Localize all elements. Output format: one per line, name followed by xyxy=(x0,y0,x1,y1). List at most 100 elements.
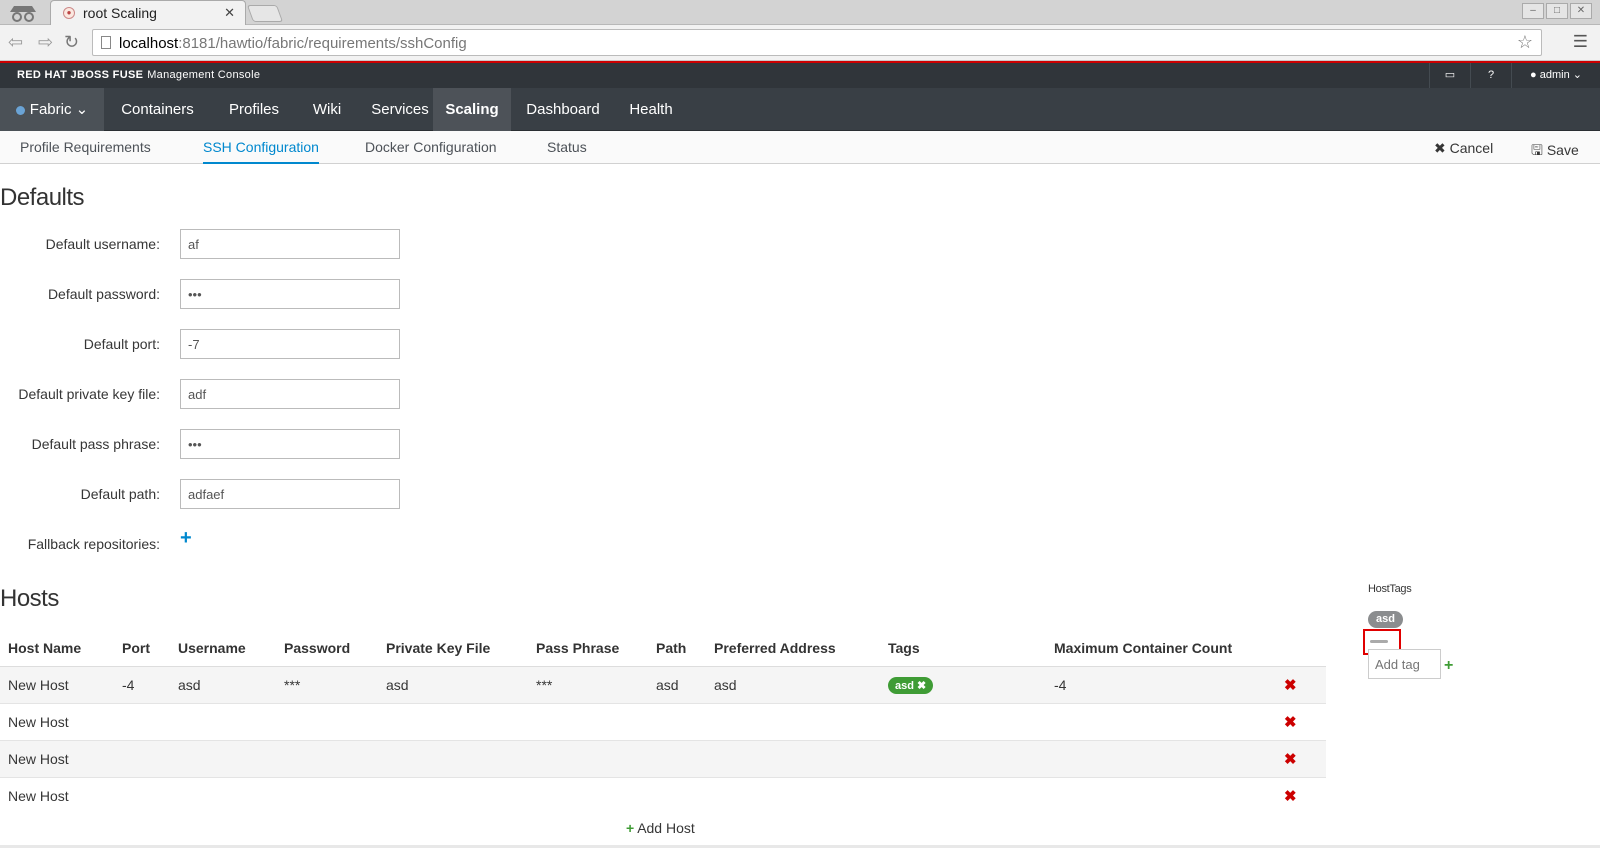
chevron-down-icon: ⌄ xyxy=(1572,69,1582,81)
default-username-label: Default username: xyxy=(45,236,160,252)
cancel-button[interactable]: ✖ Cancel xyxy=(1434,140,1493,157)
main-nav: Fabric ⌄ Containers Profiles Wiki Servic… xyxy=(0,88,1600,131)
minimize-icon[interactable]: – xyxy=(1522,3,1544,19)
host-tag-badge[interactable]: asd xyxy=(1368,611,1403,628)
cell-actions: ✖ xyxy=(1276,702,1326,740)
cell-tags: asd ✖ xyxy=(880,665,1046,703)
table-header-row: Host Name Port Username Password Private… xyxy=(0,630,1326,667)
default-port-input[interactable] xyxy=(180,329,400,359)
save-button[interactable]: 🖫 Save xyxy=(1531,140,1579,164)
cell-username: asd xyxy=(170,665,276,703)
fallback-repositories-label: Fallback repositories: xyxy=(27,536,160,552)
nav-containers[interactable]: Containers xyxy=(104,88,211,131)
monitor-icon[interactable]: ▭ xyxy=(1429,63,1470,88)
nav-scaling[interactable]: Scaling xyxy=(433,88,511,131)
cell-port: -4 xyxy=(114,665,170,703)
forward-arrow-icon[interactable]: ⇨ xyxy=(38,32,53,53)
bookmark-star-icon[interactable]: ☆ xyxy=(1517,32,1533,53)
host-tags-title: HostTags xyxy=(1368,583,1412,595)
col-host-name: Host Name xyxy=(0,630,114,667)
save-label: Save xyxy=(1546,142,1579,158)
tab-docker-configuration[interactable]: Docker Configuration xyxy=(365,131,497,164)
default-private-key-input[interactable] xyxy=(180,379,400,409)
help-icon[interactable]: ? xyxy=(1470,63,1511,88)
default-pass-phrase-input[interactable] xyxy=(180,429,400,459)
add-tag-plus-icon[interactable]: + xyxy=(1444,657,1453,675)
brand-name: RED HAT JBOSS FUSE xyxy=(17,69,144,81)
defaults-heading: Defaults xyxy=(0,184,85,211)
new-tab-button[interactable] xyxy=(246,5,284,22)
close-tab-icon[interactable]: ✕ xyxy=(224,5,235,21)
back-arrow-icon[interactable]: ⇦ xyxy=(8,32,23,53)
incognito-icon xyxy=(10,6,36,22)
browser-tab-title: root Scaling xyxy=(83,5,157,21)
col-pass-phrase: Pass Phrase xyxy=(528,630,648,667)
plus-icon: + xyxy=(626,820,635,836)
table-row[interactable]: New Host -4 asd *** asd *** asd asd asd … xyxy=(0,665,1326,703)
tab-status[interactable]: Status xyxy=(547,131,587,164)
nav-fabric-dropdown[interactable]: Fabric ⌄ xyxy=(0,88,104,131)
col-private-key-file: Private Key File xyxy=(378,630,528,667)
user-icon: ● xyxy=(1530,69,1537,81)
default-path-input[interactable] xyxy=(180,479,400,509)
delete-host-icon[interactable]: ✖ xyxy=(1284,714,1297,731)
browser-menu-icon[interactable]: ☰ xyxy=(1573,32,1588,52)
brand-bar: RED HAT JBOSS FUSE Management Console ▭ ?… xyxy=(0,63,1600,88)
table-row[interactable]: New Host ✖ xyxy=(0,776,1326,814)
default-pass-phrase-label: Default pass phrase: xyxy=(31,436,160,452)
nav-profiles[interactable]: Profiles xyxy=(211,88,297,131)
nav-wiki[interactable]: Wiki xyxy=(297,88,357,131)
nav-fabric-label: Fabric xyxy=(29,101,72,118)
default-password-input[interactable] xyxy=(180,279,400,309)
hosts-table: Host Name Port Username Password Private… xyxy=(0,630,1326,814)
delete-host-icon[interactable]: ✖ xyxy=(1284,677,1297,694)
address-bar[interactable]: localhost:8181/hawtio/fabric/requirement… xyxy=(92,29,1542,56)
maximize-icon[interactable]: □ xyxy=(1546,3,1568,19)
tab-profile-requirements[interactable]: Profile Requirements xyxy=(20,131,151,164)
drag-handle-icon xyxy=(1370,640,1388,643)
cell-host-name: New Host xyxy=(0,665,114,703)
cell-actions: ✖ xyxy=(1276,776,1326,814)
tab-ssh-configuration[interactable]: SSH Configuration xyxy=(203,131,319,164)
tag-badge[interactable]: asd ✖ xyxy=(888,676,934,694)
cell-host-name: New Host xyxy=(0,739,114,777)
default-private-key-label: Default private key file: xyxy=(18,386,160,402)
col-maximum-container-count: Maximum Container Count xyxy=(1046,630,1276,667)
add-host-button[interactable]: + Add Host xyxy=(626,820,695,836)
delete-host-icon[interactable]: ✖ xyxy=(1284,788,1297,805)
col-port: Port xyxy=(114,630,170,667)
chevron-down-icon: ⌄ xyxy=(75,101,89,118)
table-row[interactable]: New Host ✖ xyxy=(0,739,1326,777)
url-path: :8181/hawtio/fabric/requirements/sshConf… xyxy=(178,35,467,52)
cell-path: asd xyxy=(648,665,706,703)
add-host-label: Add Host xyxy=(637,820,695,836)
url-host: localhost xyxy=(119,35,179,52)
nav-dashboard[interactable]: Dashboard xyxy=(518,88,608,131)
col-path: Path xyxy=(648,630,706,667)
col-username: Username xyxy=(170,630,276,667)
nav-health[interactable]: Health xyxy=(618,88,684,131)
add-repository-plus-icon[interactable]: + xyxy=(180,528,192,548)
cancel-label: Cancel xyxy=(1449,140,1494,156)
cell-max-container-count: -4 xyxy=(1046,665,1276,703)
url-text: localhost:8181/hawtio/fabric/requirement… xyxy=(119,35,467,52)
reload-icon[interactable]: ↻ xyxy=(64,32,79,53)
add-tag-input[interactable] xyxy=(1368,649,1441,679)
remove-tag-icon[interactable]: ✖ xyxy=(917,680,926,692)
default-username-input[interactable] xyxy=(180,229,400,259)
nav-services[interactable]: Services xyxy=(357,88,443,131)
close-icon: ✖ xyxy=(1434,140,1446,156)
col-password: Password xyxy=(276,630,378,667)
page-icon xyxy=(101,36,111,49)
cell-actions: ✖ xyxy=(1276,665,1326,703)
user-menu[interactable]: ● admin ⌄ xyxy=(1511,63,1600,88)
close-window-icon[interactable]: ✕ xyxy=(1570,3,1592,19)
delete-host-icon[interactable]: ✖ xyxy=(1284,751,1297,768)
fabric-icon xyxy=(15,105,25,115)
table-row[interactable]: New Host ✖ xyxy=(0,702,1326,740)
browser-tab-root-scaling[interactable]: ● root Scaling ✕ xyxy=(50,0,246,25)
tag-badge-label: asd xyxy=(895,679,914,692)
hosts-heading: Hosts xyxy=(0,585,59,612)
sub-nav: Profile Requirements SSH Configuration D… xyxy=(0,131,1600,164)
cell-private-key-file: asd xyxy=(378,665,528,703)
